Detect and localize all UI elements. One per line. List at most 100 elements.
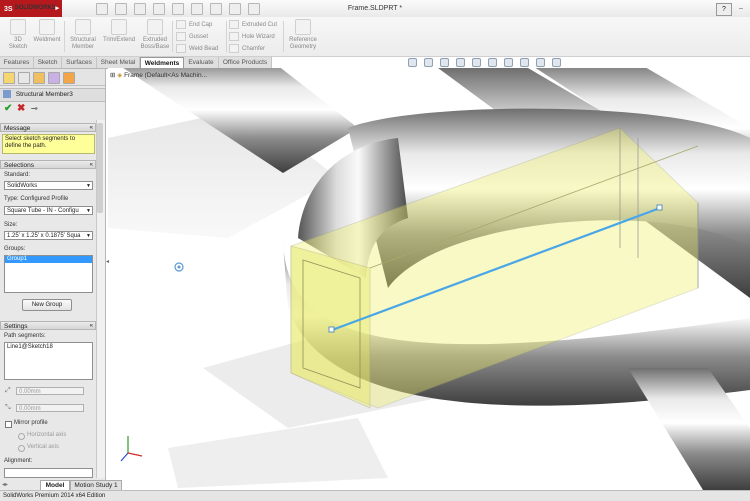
scene-icon[interactable] — [535, 58, 545, 67]
display-manager-icon[interactable] — [63, 72, 75, 84]
zoom-area-icon[interactable] — [423, 58, 433, 67]
expand-icon[interactable]: ⊞ — [110, 72, 115, 79]
path-segment-item[interactable]: Line1@Sketch18 — [5, 343, 92, 352]
hide-show-icon[interactable] — [503, 58, 513, 67]
reference-geometry-label: Reference Geometry — [289, 37, 317, 50]
selections-header[interactable]: Selections « — [0, 160, 96, 169]
manager-tabs — [0, 69, 105, 86]
chamfer-label: Chamfer — [242, 46, 266, 53]
dropdown-arrow-icon: ▼ — [86, 233, 91, 239]
view-orientation-icon[interactable] — [471, 58, 481, 67]
feature-manager-icon[interactable] — [3, 72, 15, 84]
path-segments-list[interactable]: Line1@Sketch18 — [4, 342, 93, 380]
offset-x-icon: ⤢ — [5, 387, 11, 394]
trim-extend-button[interactable]: Trim/Extend — [100, 19, 138, 44]
trim-extend-label: Trim/Extend — [102, 37, 136, 43]
reference-geometry-button[interactable]: Reference Geometry — [286, 19, 320, 51]
selections-header-label: Selections — [4, 162, 34, 169]
model-3d-view[interactable] — [108, 68, 750, 490]
flyout-feature-tree[interactable]: ⊞ ◈ Frame (Default<As Machin... — [110, 71, 207, 79]
ribbon-divider — [283, 21, 284, 52]
gusset-label: Gusset — [189, 34, 209, 41]
message-header[interactable]: Message « — [0, 123, 96, 132]
ok-check-icon[interactable]: ✔ — [4, 103, 12, 115]
tab-features[interactable]: Features — [0, 57, 34, 68]
zoom-to-fit-icon[interactable] — [408, 58, 417, 67]
tab-office-products[interactable]: Office Products — [219, 57, 272, 68]
chamfer-button[interactable]: Chamfer — [229, 44, 265, 53]
collapse-icon: « — [89, 162, 93, 168]
scroll-tabs-left-icon[interactable]: ◂▸ — [2, 481, 8, 488]
offset-x-field[interactable]: 0.00mm — [16, 387, 84, 395]
status-bar: SolidWorks Premium 2014 x64 Edition — [0, 490, 750, 501]
mirror-profile-label: Mirror profile — [14, 420, 48, 426]
section-view-icon[interactable] — [455, 58, 465, 67]
heads-up-view-toolbar — [408, 58, 566, 68]
bottom-tabs: ◂▸ Model Motion Study 1 — [0, 480, 130, 491]
ribbon-divider — [226, 21, 227, 52]
structural-member-button[interactable]: Structural Member — [66, 19, 100, 51]
ribbon-divider — [172, 21, 173, 52]
new-group-button[interactable]: New Group — [22, 299, 72, 311]
help-button[interactable]: ? — [716, 3, 732, 16]
type-value: Square Tube - IN - Configu — [7, 208, 79, 214]
chamfer-icon — [229, 44, 239, 53]
size-label: Size: — [4, 222, 18, 228]
cancel-x-icon[interactable]: ✖ — [17, 103, 25, 115]
tab-surfaces[interactable]: Surfaces — [62, 57, 97, 68]
graphics-area[interactable] — [108, 68, 750, 490]
previous-view-icon[interactable] — [439, 58, 449, 67]
minimize-button[interactable]: – — [736, 3, 746, 14]
hole-wizard-button[interactable]: Hole Wizard — [229, 32, 275, 41]
vertical-axis-radio[interactable] — [18, 445, 25, 452]
tab-sheet-metal[interactable]: Sheet Metal — [97, 57, 140, 68]
settings-header[interactable]: Settings « — [0, 321, 96, 330]
weld-bead-label: Weld Bead — [189, 46, 219, 53]
weld-bead-button[interactable]: Weld Bead — [176, 44, 218, 53]
size-value: 1.25' x 1.25' x 0.1875' Squa — [7, 233, 81, 239]
part-icon: ◈ — [117, 72, 123, 79]
structural-member-label: Structural Member — [70, 37, 96, 50]
extruded-cut-button[interactable]: Extruded Cut — [229, 20, 277, 29]
end-cap-label: End Cap — [189, 22, 213, 29]
dimxpert-icon[interactable] — [48, 72, 60, 84]
property-manager-header: Structural Member3 — [0, 88, 105, 102]
offset-y-icon: ⤡ — [5, 404, 11, 411]
horizontal-axis-radio[interactable] — [18, 433, 25, 440]
reference-geometry-icon — [295, 19, 311, 35]
panel-collapse-handle[interactable]: ◂ — [106, 258, 110, 274]
3d-sketch-button[interactable]: 3D Sketch — [4, 19, 32, 51]
status-text: SolidWorks Premium 2014 x64 Edition — [3, 493, 106, 499]
standard-select[interactable]: SolidWorks ▼ — [4, 181, 93, 190]
type-select[interactable]: Square Tube - IN - Configu ▼ — [4, 206, 93, 215]
offset-y-field[interactable]: 0.00mm — [16, 404, 84, 412]
extruded-boss-button[interactable]: Extruded Boss/Base — [139, 19, 171, 51]
appearance-icon[interactable] — [519, 58, 529, 67]
structural-member-icon — [75, 19, 91, 35]
mirror-profile-checkbox[interactable] — [5, 421, 12, 428]
dropdown-arrow-icon: ▼ — [86, 183, 91, 189]
tree-root-label[interactable]: Frame (Default<As Machin... — [124, 72, 207, 79]
alignment-field[interactable] — [4, 468, 93, 478]
dropdown-arrow-icon: ▼ — [86, 208, 91, 214]
weldment-button[interactable]: Weldment — [32, 19, 62, 44]
property-manager-icon[interactable] — [18, 72, 30, 84]
groups-list[interactable]: Group1 — [4, 255, 93, 293]
display-style-icon[interactable] — [487, 58, 497, 67]
pushpin-icon[interactable]: ⊸ — [31, 103, 38, 115]
end-cap-button[interactable]: End Cap — [176, 20, 212, 29]
collapse-icon: « — [89, 125, 93, 131]
group-item[interactable]: Group1 — [5, 256, 92, 263]
gusset-button[interactable]: Gusset — [176, 32, 208, 41]
ribbon-divider — [64, 21, 65, 52]
view-settings-icon[interactable] — [551, 58, 561, 67]
extruded-cut-icon — [229, 20, 239, 29]
scrollbar-thumb[interactable] — [97, 123, 103, 213]
coordinate-triad-icon — [120, 436, 143, 462]
size-select[interactable]: 1.25' x 1.25' x 0.1875' Squa ▼ — [4, 231, 93, 240]
3d-sketch-icon — [10, 19, 26, 35]
configuration-manager-icon[interactable] — [33, 72, 45, 84]
tab-evaluate[interactable]: Evaluate — [184, 57, 219, 68]
tab-sketch[interactable]: Sketch — [34, 57, 62, 68]
structural-member-icon — [3, 90, 11, 99]
